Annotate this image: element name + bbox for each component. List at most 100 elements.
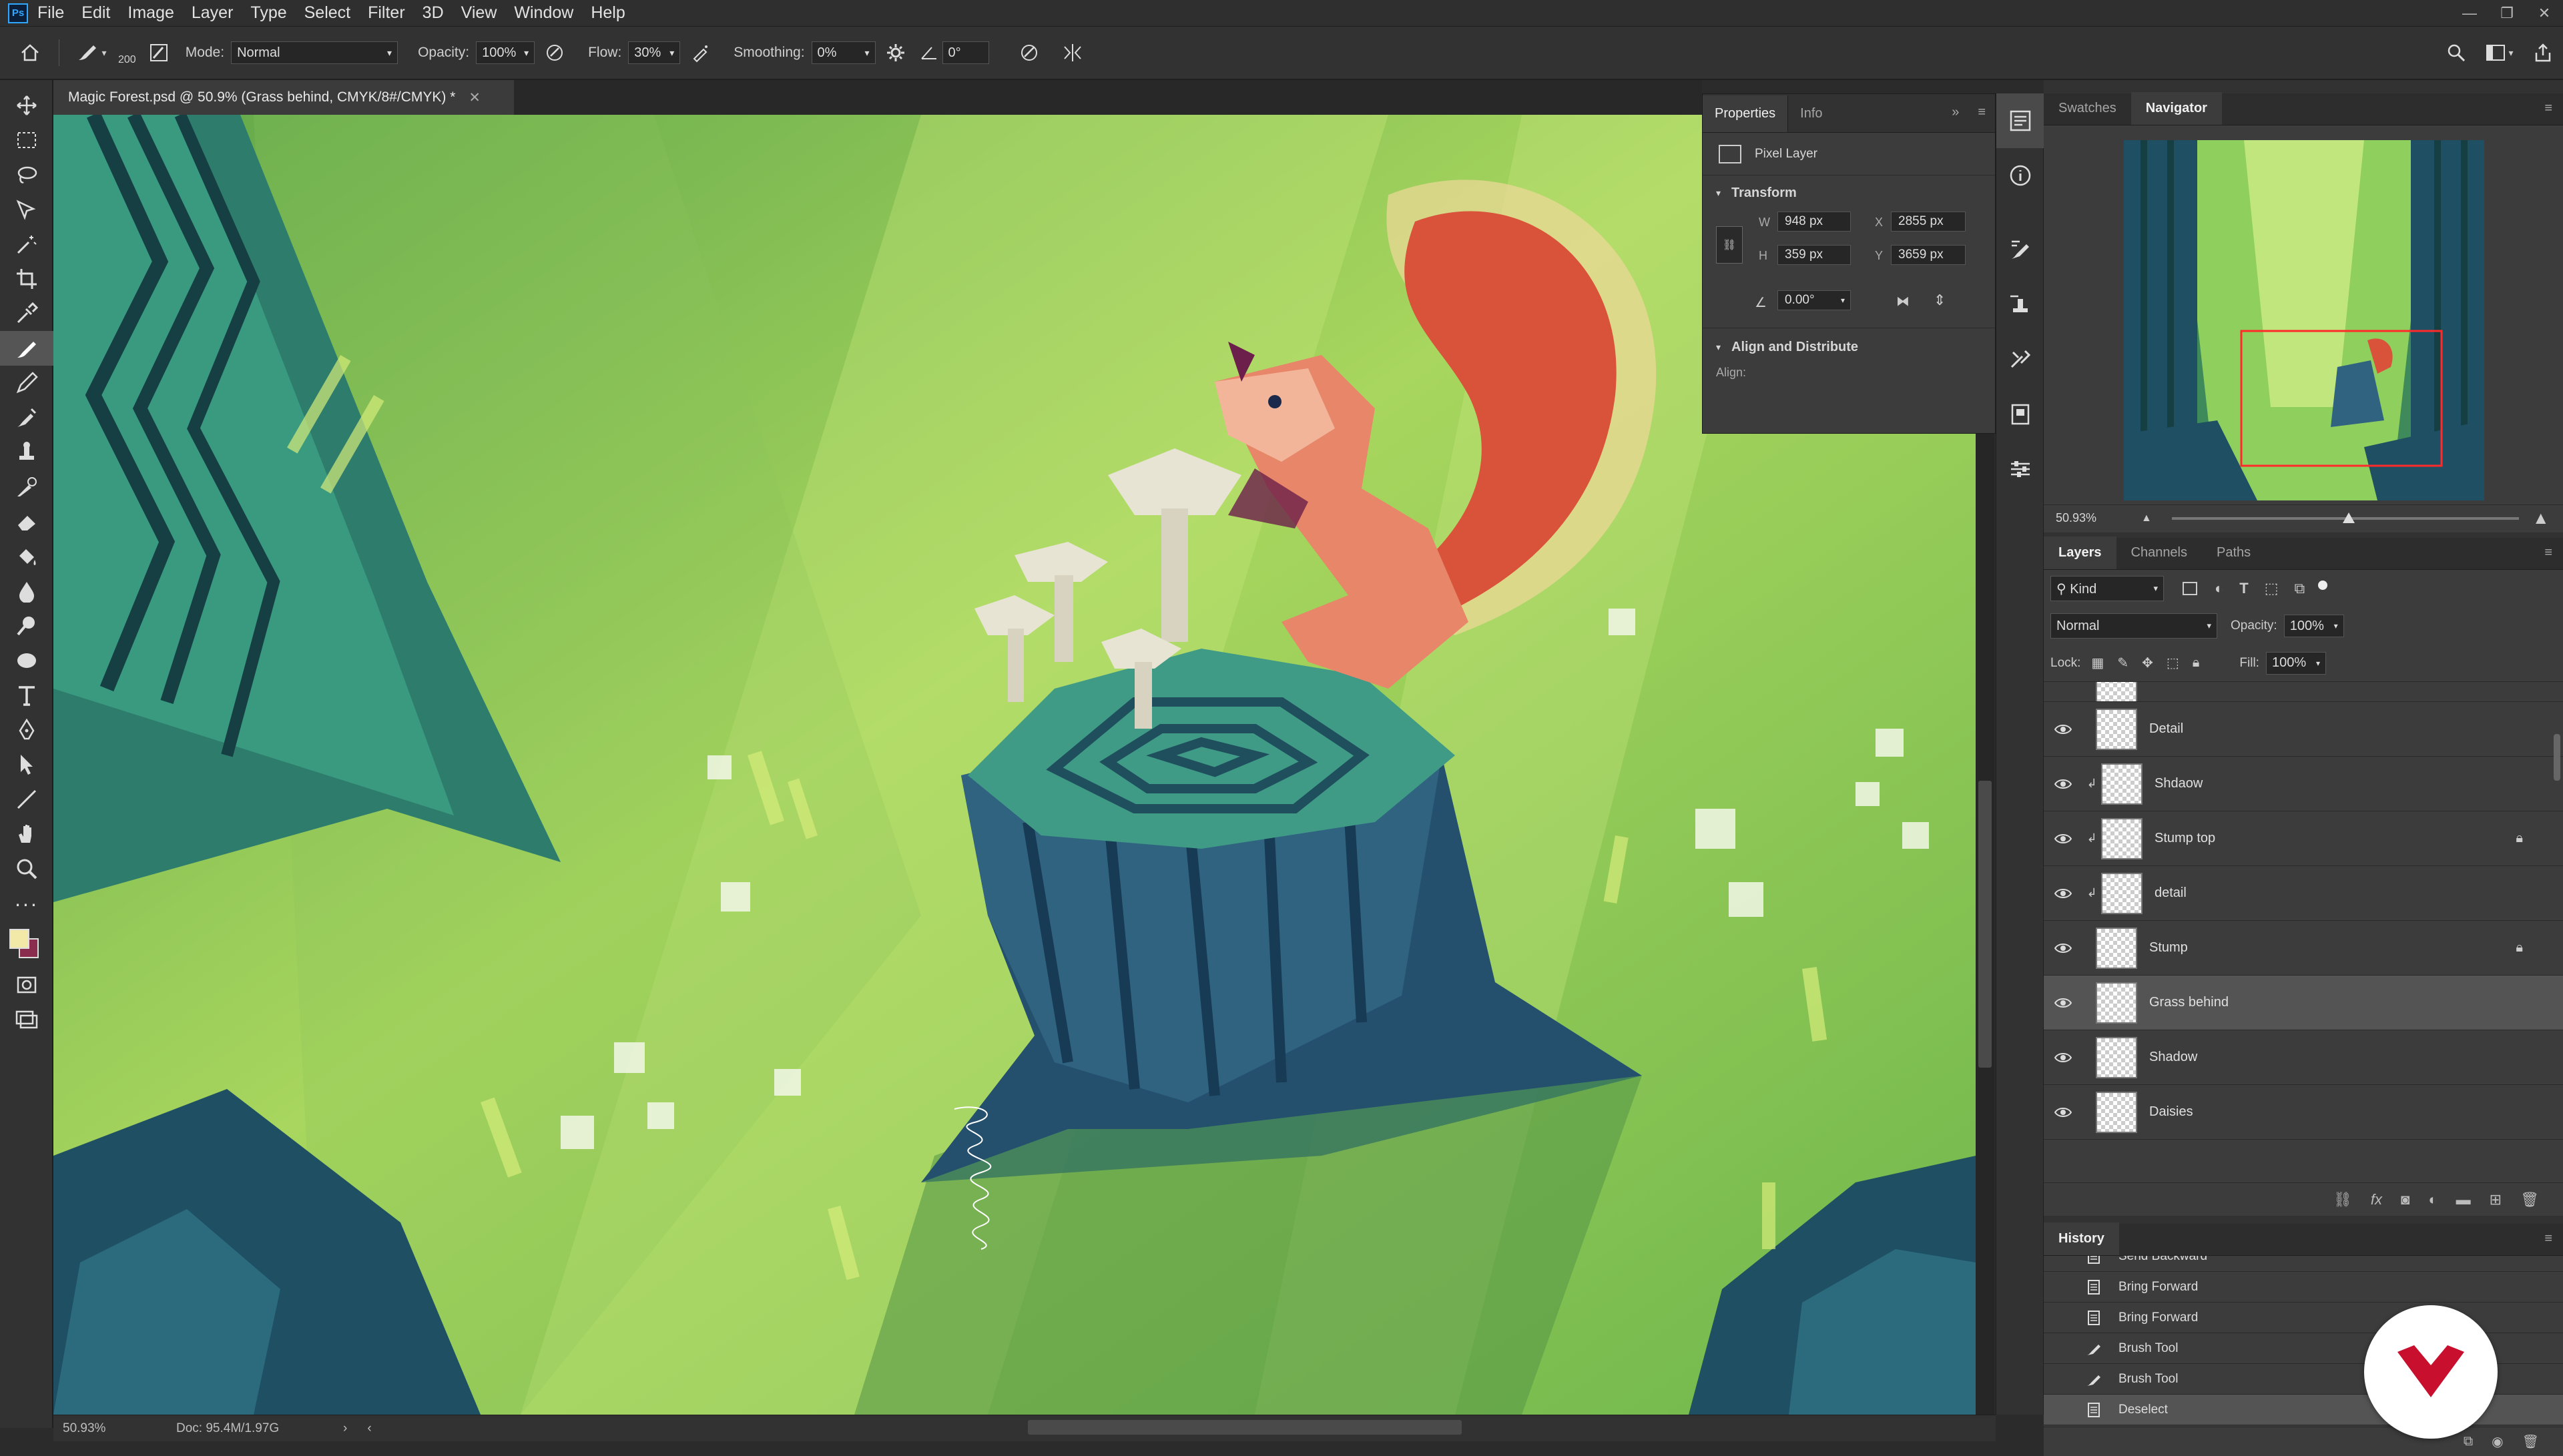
zoom-in-icon[interactable]: ▲ (2532, 508, 2550, 528)
delete-layer-icon[interactable]: 🗑︎ (2520, 1191, 2539, 1208)
pressure-opacity-icon[interactable] (535, 43, 575, 63)
path-select-icon[interactable] (0, 747, 53, 782)
libraries-icon[interactable] (1996, 387, 2044, 442)
new-adjustment-icon[interactable]: ◐ (2428, 1191, 2437, 1208)
panel-menu-icon[interactable]: ≡ (2534, 101, 2563, 125)
symmetry-icon[interactable] (1056, 43, 1089, 63)
flow-input[interactable]: 30% ▾ (628, 41, 681, 64)
visibility-eye-icon[interactable] (2044, 997, 2082, 1009)
filter-pixel-icon[interactable] (2183, 582, 2197, 595)
tab-layers[interactable]: Layers (2044, 536, 2116, 569)
new-document-from-state-icon[interactable]: ⧉ (2464, 1434, 2473, 1449)
foreground-color[interactable] (9, 929, 29, 949)
zoom-readout[interactable]: 50.93% (63, 1421, 176, 1436)
menu-view[interactable]: View (461, 3, 497, 23)
history-item[interactable]: Send Backward (2044, 1256, 2563, 1272)
filter-smart-object-icon[interactable]: ⧉ (2295, 580, 2305, 597)
blur-tool-icon[interactable] (0, 574, 53, 609)
share-icon[interactable] (2523, 43, 2563, 63)
layers-scrollbar[interactable] (2554, 734, 2560, 781)
history-item[interactable]: Bring Forward (2044, 1272, 2563, 1303)
navigator-thumbnail[interactable] (2124, 140, 2484, 500)
panel-menu-icon[interactable]: ≡ (1968, 105, 1995, 132)
more-tools-icon[interactable]: ... (0, 886, 53, 921)
visibility-eye-icon[interactable] (2044, 942, 2082, 954)
layer-row[interactable]: Grass behind (2044, 976, 2563, 1030)
brush-settings-icon[interactable] (1996, 223, 2044, 278)
zoom-slider-thumb[interactable] (2342, 512, 2355, 523)
new-group-icon[interactable]: ▬ (2456, 1191, 2471, 1208)
color-swatches[interactable] (0, 921, 53, 968)
visibility-eye-icon[interactable] (2044, 1052, 2082, 1064)
tab-info[interactable]: Info (1788, 106, 1834, 132)
width-input[interactable]: 948 px (1777, 212, 1851, 232)
chevron-left-icon[interactable]: ‹ (367, 1421, 371, 1436)
crop-tool-icon[interactable] (0, 262, 53, 296)
search-icon[interactable] (2436, 43, 2476, 63)
visibility-eye-icon[interactable] (2044, 887, 2082, 899)
layer-row[interactable]: Shadow (2044, 1030, 2563, 1085)
delete-state-icon[interactable]: 🗑︎ (2522, 1433, 2539, 1450)
layer-row[interactable]: ↲ Shdaow (2044, 757, 2563, 811)
layer-name[interactable]: detail (2155, 885, 2563, 901)
brush-preset-icon[interactable]: ▾ (71, 43, 111, 63)
brush-tool-icon[interactable] (0, 331, 53, 366)
menu-file[interactable]: File (37, 3, 64, 23)
minimize-icon[interactable]: — (2451, 0, 2488, 27)
visibility-eye-icon[interactable] (2044, 778, 2082, 790)
menu-filter[interactable]: Filter (368, 3, 405, 23)
tab-properties[interactable]: Properties (1703, 95, 1789, 132)
tab-navigator[interactable]: Navigator (2130, 92, 2222, 125)
line-tool-icon[interactable] (0, 782, 53, 817)
move-tool-icon[interactable] (0, 88, 53, 123)
menu-select[interactable]: Select (304, 3, 350, 23)
menu-layer[interactable]: Layer (192, 3, 234, 23)
link-layers-icon[interactable]: ⛓ (2333, 1191, 2352, 1208)
info-panel-icon[interactable] (1996, 148, 2044, 203)
pencil-tool-icon[interactable] (0, 366, 53, 400)
clone-stamp-icon[interactable] (0, 435, 53, 470)
fill-input[interactable]: 100% ▾ (2265, 651, 2326, 675)
lock-transparency-icon[interactable]: ▦ (2091, 655, 2104, 671)
restore-icon[interactable]: ❐ (2488, 0, 2526, 27)
adjustments-icon[interactable] (1996, 442, 2044, 496)
hand-tool-icon[interactable] (0, 817, 53, 851)
x-input[interactable]: 2855 px (1891, 212, 1966, 232)
home-icon[interactable] (13, 43, 47, 62)
tab-history[interactable]: History (2044, 1222, 2119, 1255)
magic-wand-icon[interactable] (0, 227, 53, 262)
layer-name[interactable]: Grass behind (2149, 995, 2563, 1010)
lock-all-icon[interactable]: 🔒︎ (2193, 655, 2200, 671)
clone-source-icon[interactable] (1996, 278, 2044, 332)
blend-mode-select[interactable]: Normal ▾ (2050, 613, 2217, 639)
pen-tool-icon[interactable] (0, 713, 53, 747)
pressure-size-icon[interactable] (1003, 43, 1056, 63)
layer-row[interactable]: Stump 🔒︎ (2044, 921, 2563, 976)
chevron-right-icon[interactable]: › (343, 1421, 347, 1436)
navigator-zoom[interactable]: 50.93% (2056, 511, 2122, 525)
layer-row[interactable]: Daisies (2044, 1085, 2563, 1140)
history-brush-icon[interactable] (0, 470, 53, 504)
menu-window[interactable]: Window (514, 3, 573, 23)
mode-select[interactable]: Normal ▾ (231, 41, 398, 64)
sponge-tool-icon[interactable] (0, 643, 53, 678)
layer-name[interactable]: Shadow (2149, 1050, 2563, 1065)
layer-filter-select[interactable]: ⚲ Kind ▾ (2050, 576, 2164, 601)
layer-row[interactable]: ↲ detail (2044, 866, 2563, 921)
layer-name[interactable]: Stump (2149, 940, 2516, 956)
opacity-input[interactable]: 100% ▾ (476, 41, 535, 64)
layer-opacity-input[interactable]: 100% ▾ (2283, 615, 2344, 637)
type-tool-icon[interactable] (0, 678, 53, 713)
angle-input[interactable]: 0° (942, 41, 989, 64)
height-input[interactable]: 359 px (1777, 245, 1851, 265)
visibility-eye-icon[interactable] (2044, 1106, 2082, 1118)
workspace-icon[interactable]: ▾ (2476, 44, 2523, 61)
chevron-down-icon[interactable]: ▾ (1716, 188, 1721, 199)
filter-toggle-icon[interactable] (2318, 581, 2328, 590)
filter-shape-icon[interactable]: ⬚ (2265, 580, 2279, 597)
zoom-tool-icon[interactable] (0, 851, 53, 886)
panel-menu-icon[interactable]: ≡ (2534, 545, 2563, 569)
eyedropper-icon[interactable] (0, 296, 53, 331)
brush-size-value[interactable]: 200 (118, 54, 136, 66)
chevron-down-icon[interactable]: ▾ (1716, 342, 1721, 353)
